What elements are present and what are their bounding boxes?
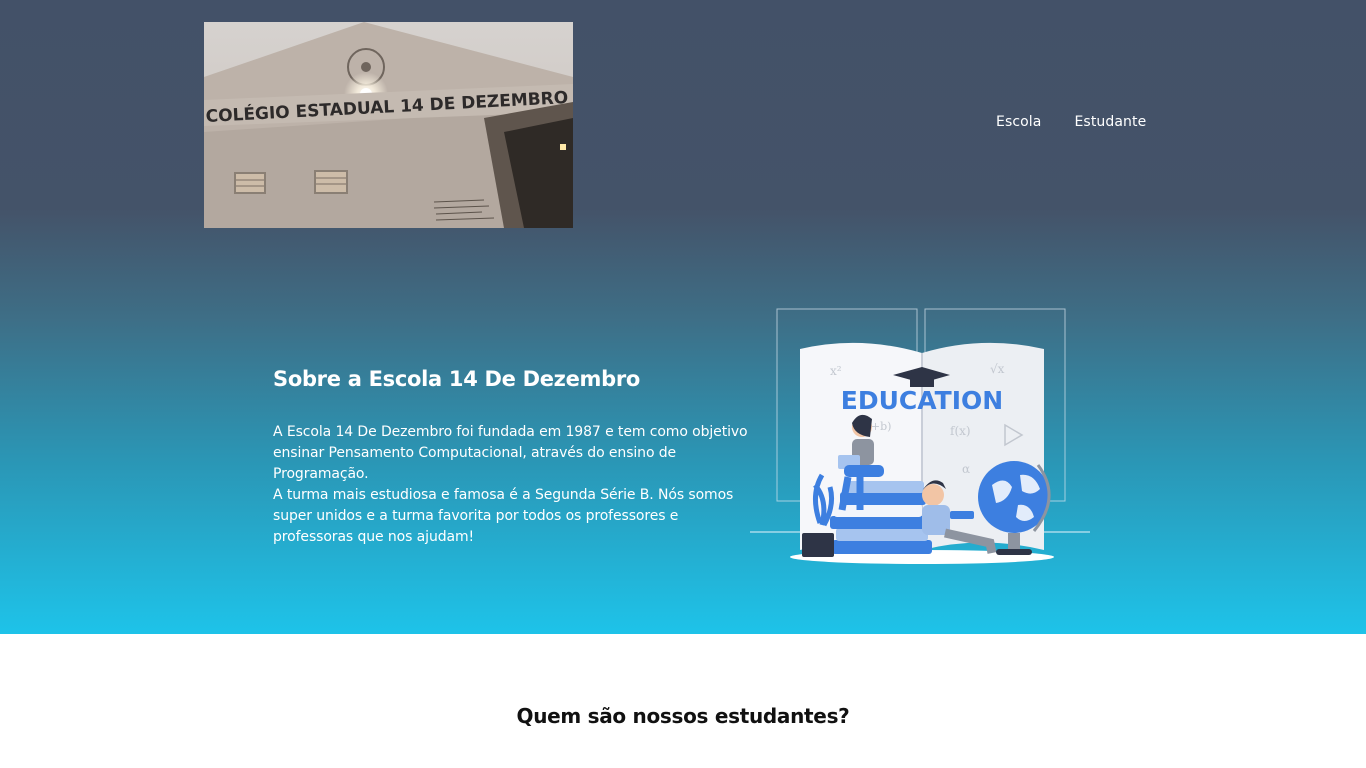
svg-text:x²: x² [830,364,842,378]
svg-text:√x: √x [990,362,1005,376]
about-paragraph-history: A Escola 14 De Dezembro foi fundada em 1… [273,424,748,482]
svg-text:α: α [962,462,970,476]
site-header: COLÉGIO ESTADUAL 14 DE DEZEMBRO Escola E… [0,0,1366,250]
school-photo-logo[interactable]: COLÉGIO ESTADUAL 14 DE DEZEMBRO [204,22,573,228]
svg-text:f(x): f(x) [950,424,971,438]
about-section: Sobre a Escola 14 De Dezembro A Escola 1… [273,364,753,548]
main-nav: Escola Estudante [996,114,1146,130]
illustration-education-text: EDUCATION [841,386,1003,415]
about-title: Sobre a Escola 14 De Dezembro [273,367,641,391]
hero-section: COLÉGIO ESTADUAL 14 DE DEZEMBRO Escola E… [0,0,1366,634]
school-building-image: COLÉGIO ESTADUAL 14 DE DEZEMBRO [204,22,573,228]
students-section-title: Quem são nossos estudantes? [516,704,850,728]
nav-link-escola[interactable]: Escola [996,114,1041,130]
nav-link-estudante[interactable]: Estudante [1074,114,1146,130]
education-illustration: x² (a+b) √x f(x) α EDUCATION [750,305,1095,570]
about-paragraph-class: A turma mais estudiosa e famosa é a Segu… [273,487,734,545]
